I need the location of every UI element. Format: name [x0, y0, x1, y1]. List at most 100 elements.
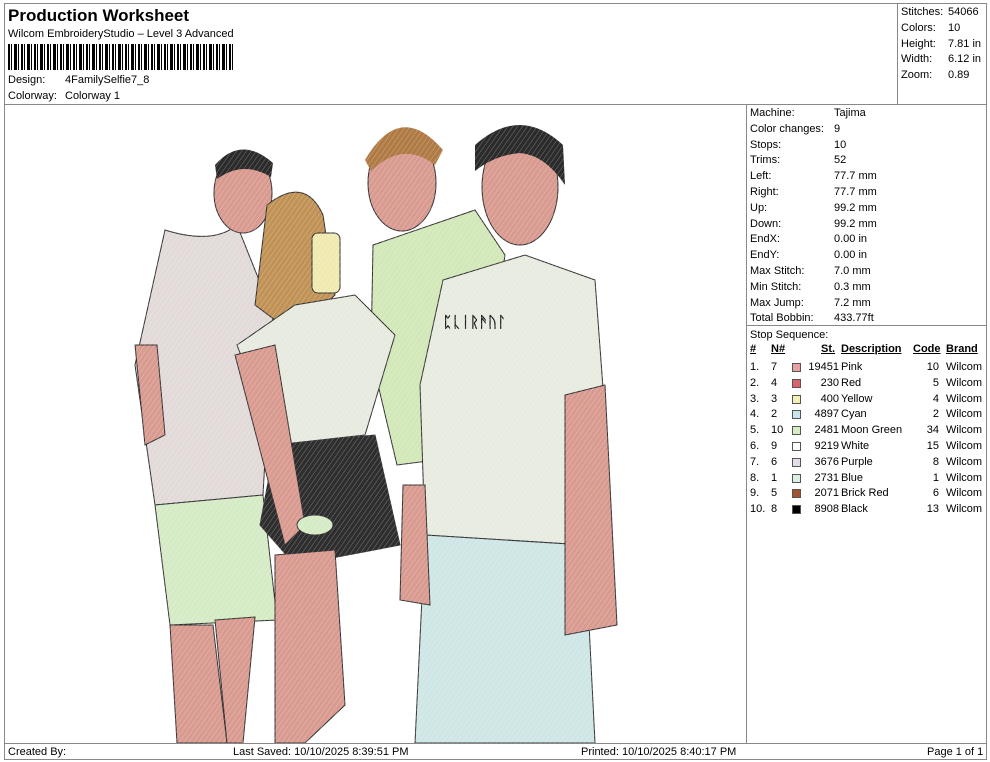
stop-brand: Wilcom [946, 392, 983, 405]
stop-description: Yellow [841, 392, 873, 405]
machine-row: Down: 99.2 mm [750, 218, 877, 230]
page-title: Production Worksheet [8, 6, 190, 25]
printed-date: Printed: 10/10/2025 8:40:17 PM [581, 746, 737, 758]
design-row: Design: 4FamilySelfie7_8 [8, 74, 149, 86]
machine-value: 433.77ft [834, 312, 874, 325]
stop-num: 8. [750, 471, 760, 484]
stop-needle: 3 [771, 392, 778, 405]
machine-value: 7.2 mm [834, 296, 871, 309]
stop-stitches: 230 [820, 376, 839, 389]
stop-description: Brick Red [841, 487, 889, 500]
stop-description: Moon Green [841, 424, 903, 437]
color-swatch [792, 457, 801, 467]
stat-row: Height: 7.81 in [901, 38, 981, 50]
stat-value: 0.89 [948, 69, 970, 82]
stop-code: 6 [932, 487, 939, 500]
stop-num: 3. [750, 392, 760, 405]
stop-num: 7. [750, 455, 760, 468]
worksheet-header: Production Worksheet Wilcom EmbroiderySt… [5, 4, 898, 105]
stop-code: 1 [932, 471, 939, 484]
stop-num: 5. [750, 424, 760, 437]
machine-label: EndY: [750, 249, 780, 262]
stop-code: 5 [932, 376, 939, 389]
machine-row: Up: 99.2 mm [750, 202, 877, 214]
stop-code: 8 [932, 455, 939, 468]
machine-row: Max Jump: 7.2 mm [750, 297, 871, 309]
stop-stitches: 400 [820, 392, 839, 405]
stop-code: 2 [932, 408, 939, 421]
machine-row: EndY: 0.00 in [750, 249, 867, 261]
color-swatch [792, 378, 801, 388]
stop-needle: 8 [771, 503, 778, 516]
stat-label: Zoom: [901, 69, 933, 82]
colorway-label: Colorway: [8, 90, 57, 102]
stop-stitches: 2071 [814, 487, 839, 500]
col-header-code: Code [913, 343, 941, 355]
stop-num: 4. [750, 408, 760, 421]
stop-description: White [841, 440, 870, 452]
design-label: Design: [8, 74, 46, 86]
machine-value: 0.00 in [834, 249, 868, 262]
color-swatch [792, 394, 801, 404]
stop-description: Purple [841, 455, 873, 468]
machine-label: Trims: [750, 154, 781, 167]
stop-code: 15 [926, 440, 939, 452]
col-header-brand: Brand [946, 343, 978, 355]
stop-needle: 4 [771, 376, 778, 389]
machine-label: Right: [750, 186, 779, 198]
stop-brand: Wilcom [946, 455, 983, 468]
machine-row: Left: 77.7 mm [750, 170, 877, 182]
stats-panel: Stitches: 54066 Colors: 10 Height: 7.81 in Wid… [898, 4, 986, 105]
machine-label: Up: [750, 201, 768, 214]
machine-label: Color changes: [750, 122, 824, 135]
stop-stitches: 8908 [814, 503, 839, 516]
color-swatch [792, 410, 801, 420]
stat-row: Colors: 10 [901, 22, 960, 34]
machine-info-panel: Stop Sequence: # N# St. Description Code… [747, 105, 986, 743]
stop-needle: 1 [771, 471, 778, 484]
stop-sequence-title: Stop Sequence: [750, 329, 829, 341]
stop-needle: 6 [771, 455, 778, 468]
machine-label: Left: [750, 170, 772, 183]
color-swatch [792, 505, 801, 515]
stop-brand: Wilcom [946, 440, 983, 452]
stop-description: Pink [841, 361, 863, 373]
stop-num: 6. [750, 440, 760, 452]
col-header-num: # [750, 343, 757, 355]
machine-label: Total Bobbin: [750, 312, 814, 325]
colorway-row: Colorway: Colorway 1 [8, 90, 120, 102]
color-swatch [792, 442, 801, 451]
stop-description: Red [841, 376, 862, 389]
machine-value: 99.2 mm [834, 217, 877, 230]
stop-needle: 9 [771, 440, 778, 452]
stat-value: 10 [948, 21, 961, 34]
machine-row: EndX: 0.00 in [750, 233, 867, 245]
machine-value: 9 [834, 122, 841, 135]
stop-description: Blue [841, 471, 864, 484]
machine-row: Stops: 10 [750, 139, 846, 151]
machine-label: Stops: [750, 138, 782, 151]
machine-value: Tajima [834, 107, 866, 119]
stop-brand: Wilcom [946, 487, 983, 500]
machine-value: 10 [834, 138, 847, 151]
machine-label: Max Stitch: [750, 265, 805, 277]
shirt-text: ᛈᚳᛁᚱᚫᚢᛚ [443, 313, 506, 331]
machine-value: 0.00 in [834, 233, 868, 246]
stat-value: 7.81 in [948, 37, 982, 50]
col-header-stitches: St. [821, 343, 836, 355]
stop-code: 10 [926, 361, 939, 373]
stat-label: Stitches: [901, 6, 944, 18]
machine-label: EndX: [750, 233, 780, 246]
software-subtitle: Wilcom EmbroideryStudio – Level 3 Advanc… [8, 28, 234, 40]
machine-value: 77.7 mm [834, 170, 877, 183]
stop-brand: Wilcom [946, 376, 983, 389]
figure-front-man: ᛈᚳᛁᚱᚫᚢᛚ [399, 125, 618, 743]
machine-row: Min Stitch: 0.3 mm [750, 281, 871, 293]
design-preview: ᛈᚳᛁᚱᚫᚢᛚ [5, 105, 747, 743]
machine-label: Down: [750, 217, 782, 230]
colorway-value: Colorway 1 [65, 90, 121, 102]
color-swatch [792, 363, 801, 372]
stat-value: 6.12 in [948, 53, 982, 66]
stop-num: 9. [750, 487, 760, 500]
stop-stitches: 4897 [814, 408, 839, 421]
